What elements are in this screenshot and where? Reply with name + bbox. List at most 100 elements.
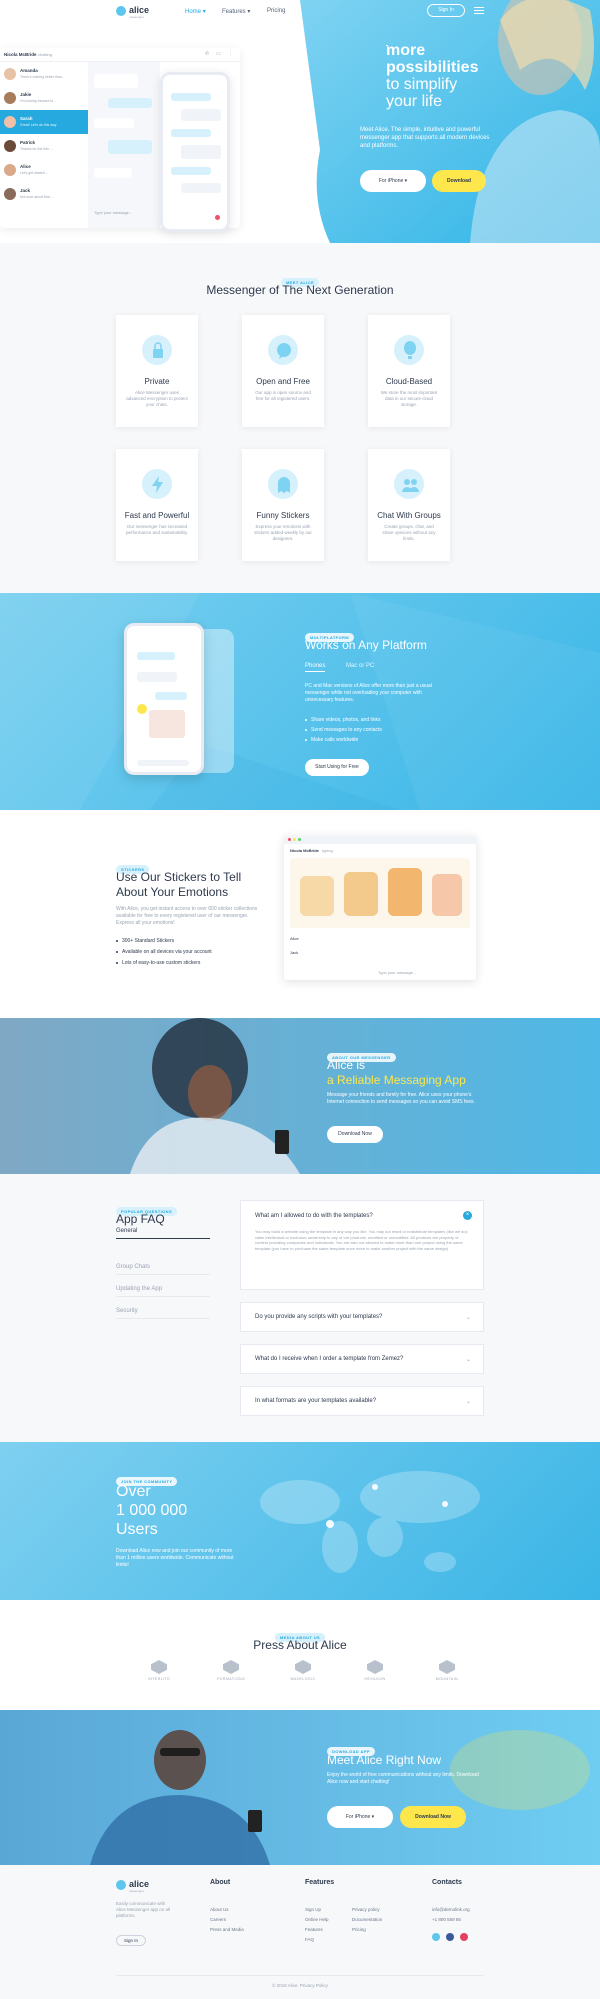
contact-message: I'm looking forward to ... (20, 99, 58, 103)
hero-download-button[interactable]: Download (432, 170, 486, 192)
sticker-cat-umbrella[interactable] (388, 868, 422, 916)
footer-link[interactable]: Careers (210, 1917, 226, 1922)
sticker-cat-love[interactable] (432, 874, 462, 916)
hero-title-line: your life (386, 93, 443, 110)
feature-title: Funny Stickers (256, 511, 310, 520)
message-input[interactable]: Type your message... (94, 210, 154, 215)
faq-question[interactable]: What do I receive when I order a templat… (240, 1344, 484, 1374)
press-logo: MOUNTAIN (424, 1660, 470, 1690)
footer-link[interactable]: About Us (210, 1907, 229, 1912)
contact-message: Thanks for the info ... (20, 147, 53, 151)
nav-home-label: Home (185, 9, 202, 15)
avatar (4, 140, 16, 152)
tab-mac-pc[interactable]: Mac or PC (346, 663, 374, 669)
lock-icon (142, 335, 172, 365)
contact-row[interactable]: Patrick Thanks for the info ... (0, 134, 88, 158)
logo[interactable]: alice messenger (116, 5, 156, 19)
footer-link[interactable]: Documentation (352, 1917, 382, 1922)
bullet-item: Lots of easy-to-use custom stickers (116, 960, 266, 966)
footer-link[interactable]: FAQ (305, 1937, 314, 1942)
press-logo-text: INTERLITE (147, 1677, 171, 1681)
sticker-cat-wow[interactable] (344, 872, 378, 916)
start-free-button[interactable]: Start Using for Free (305, 759, 369, 776)
chat-header-status: chatting (38, 52, 53, 57)
copyright: © 2018 Alice. Privacy Policy (272, 1983, 328, 1988)
faq-question[interactable]: In what formats are your templates avail… (240, 1386, 484, 1416)
cta-download-button[interactable]: Download Now (400, 1806, 466, 1828)
footer-signin-button[interactable]: Sign In (116, 1935, 146, 1946)
footer-link[interactable]: Online Help (305, 1917, 329, 1922)
footer-link[interactable]: Privacy policy (352, 1907, 380, 1912)
signin-button[interactable]: Sign In (427, 4, 465, 17)
download-now-button[interactable]: Download Now (327, 1126, 383, 1143)
video-icon[interactable]: ▭ (216, 51, 221, 57)
polygon-background (0, 593, 600, 810)
faq-tab[interactable]: Updating the App (116, 1286, 210, 1297)
footer-email[interactable]: info@demolink.org (432, 1907, 470, 1912)
menu-icon[interactable] (474, 7, 484, 15)
minimize-dot[interactable] (293, 838, 296, 841)
press-logo-icon (439, 1660, 455, 1674)
mock-contact: Alice (290, 936, 299, 941)
footer-link[interactable]: Press and Media (210, 1927, 244, 1932)
footer-link[interactable]: Pricing (352, 1927, 366, 1932)
close-icon[interactable]: × (463, 1211, 472, 1220)
footer-phone[interactable]: +1 800 559 65 (432, 1917, 461, 1922)
hero-platform-select[interactable]: For iPhone ▾ (360, 170, 426, 192)
bullet-dot-icon (116, 950, 118, 953)
maximize-dot[interactable] (298, 838, 301, 841)
facebook-icon[interactable] (446, 1933, 454, 1941)
footer-contacts-heading: Contacts (432, 1879, 462, 1886)
contact-row[interactable]: Alice Let's get started ... (0, 158, 88, 182)
faq-open-item[interactable]: What am I allowed to do with the templat… (240, 1200, 484, 1290)
stickers-title-line: About Your Emotions (116, 885, 229, 899)
faq-tab[interactable]: General (116, 1228, 210, 1239)
bullet-item: Available on all devices via your accoun… (116, 949, 266, 955)
nav-pricing[interactable]: Pricing (267, 8, 285, 14)
tab-phones[interactable]: Phones (305, 663, 326, 672)
record-icon[interactable] (215, 215, 220, 220)
message-bubble (108, 140, 152, 154)
press-logo-text: FORMATIONS (216, 1677, 246, 1681)
press-logo-icon (295, 1660, 311, 1674)
phone-icon[interactable]: ✆ (205, 51, 209, 57)
contact-row[interactable]: Jakie I'm looking forward to ... (0, 86, 88, 110)
chevron-down-icon: ⌄ (465, 1399, 471, 1405)
users-title: Over 1 000 000 Users (116, 1482, 187, 1539)
nav-home[interactable]: Home ▾ (185, 8, 206, 15)
faq-question[interactable]: Do you provide any scripts with your tem… (240, 1302, 484, 1332)
message-bubble (108, 98, 152, 108)
press-logo-icon (151, 1660, 167, 1674)
nav-features-label: Features (222, 9, 246, 15)
press-logo-icon (223, 1660, 239, 1674)
cta-platform-select[interactable]: For iPhone ▾ (327, 1806, 393, 1828)
bullet-item: Share videos, photos, and links (305, 717, 435, 723)
more-icon[interactable]: ⋮ (228, 51, 233, 57)
faq-tab[interactable]: Security (116, 1308, 210, 1319)
bullet-dot-icon (305, 738, 307, 741)
message-area: Type your message... (88, 62, 160, 228)
users-count: 1 000 000 (116, 1502, 188, 1519)
sticker-panel (290, 858, 470, 928)
phone-mock (160, 72, 230, 232)
twitter-icon[interactable] (432, 1933, 440, 1941)
avatar (4, 92, 16, 104)
sticker-cat-sun[interactable] (300, 876, 334, 916)
contact-row[interactable]: Sarah Great! Let's do this way (0, 110, 88, 134)
footer-link[interactable]: Features (305, 1927, 323, 1932)
avatar (4, 68, 16, 80)
footer-logo[interactable]: alice messenger (116, 1879, 156, 1893)
contact-row[interactable]: Jack Not sure about that ... (0, 182, 88, 206)
nav-features[interactable]: Features ▾ (222, 8, 250, 15)
mock-input[interactable]: Type your message... (378, 970, 416, 975)
feature-text: Create groups, chat, and share opinions … (382, 524, 436, 541)
faq-open-question: What am I allowed to do with the templat… (255, 1213, 373, 1219)
close-dot[interactable] (288, 838, 291, 841)
hero-title-line: possibilities (386, 59, 479, 76)
contact-row[interactable]: Amanda There's nothing better than... (0, 62, 88, 86)
instagram-icon[interactable] (460, 1933, 468, 1941)
footer-link[interactable]: Sign Up (305, 1907, 321, 1912)
faq-tab[interactable]: Group Chats (116, 1264, 210, 1275)
users-section: JOIN THE COMMUNITY Over 1 000 000 Users … (0, 1442, 600, 1600)
message-input[interactable] (137, 760, 189, 766)
